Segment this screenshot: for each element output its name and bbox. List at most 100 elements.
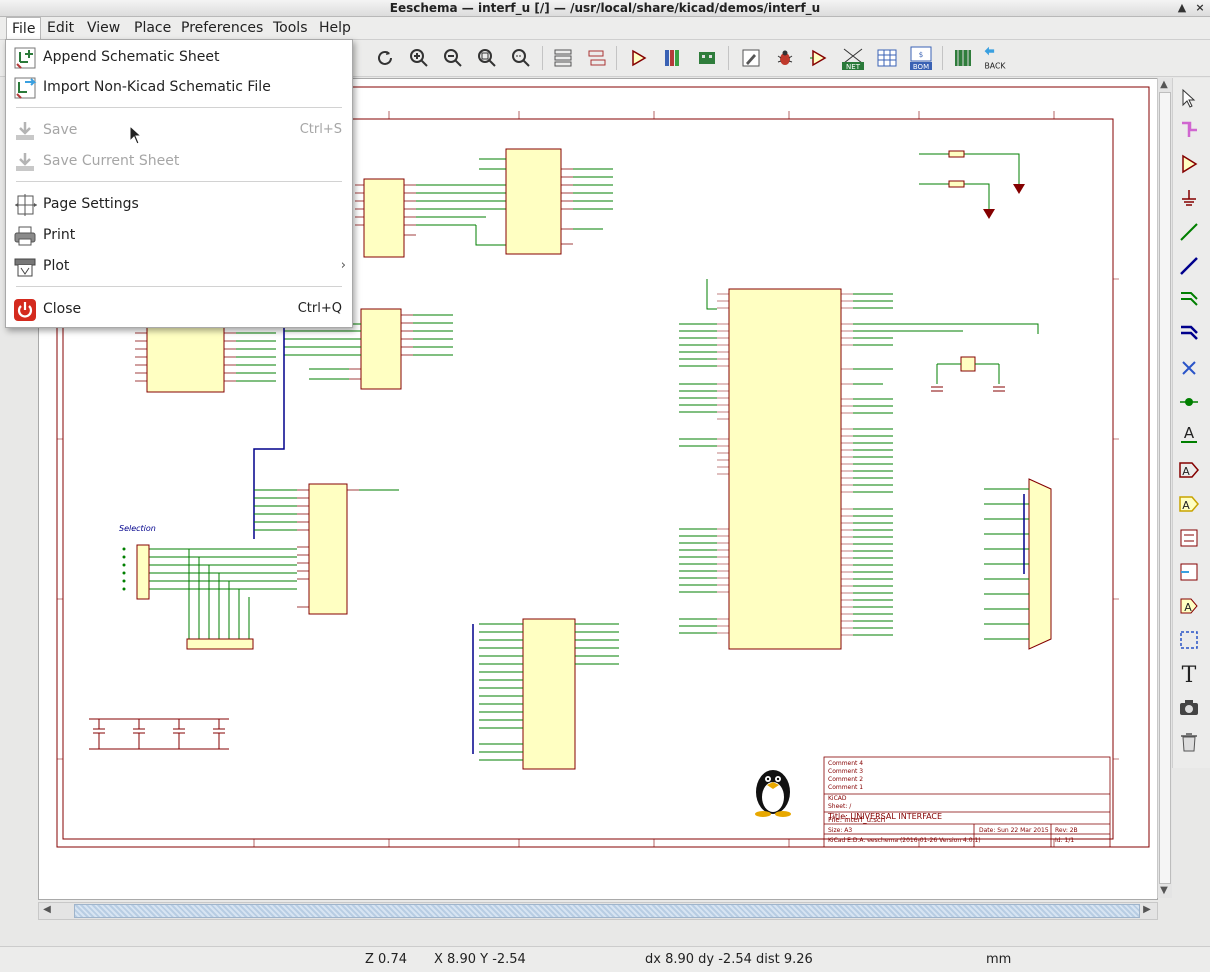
wire-bus-entry-icon[interactable] xyxy=(1174,284,1204,312)
menu-item-close[interactable]: Close Ctrl+Q xyxy=(6,296,352,324)
import-sheet-pin-icon[interactable] xyxy=(1174,558,1204,586)
scroll-up-arrow-icon[interactable]: ▲ xyxy=(1157,78,1171,92)
wires-u9-right xyxy=(853,293,1039,636)
no-connect-icon[interactable] xyxy=(1174,354,1204,382)
erc-bug-icon[interactable] xyxy=(772,44,798,72)
toolbar-separator xyxy=(542,46,543,70)
svg-text:A: A xyxy=(1182,465,1190,478)
scroll-left-arrow-icon[interactable]: ◀ xyxy=(40,903,54,917)
window-titlebar: Eeschema — interf_u [/] — /usr/local/sha… xyxy=(0,0,1210,17)
footprint-assign-icon[interactable] xyxy=(950,44,976,72)
menu-item-shortcut: Ctrl+Q xyxy=(297,301,342,316)
generate-netlist-icon[interactable]: NET xyxy=(840,44,866,72)
menu-tools[interactable]: Tools xyxy=(268,17,313,39)
bus-bus-entry-icon[interactable] xyxy=(1174,318,1204,346)
select-arrow-icon[interactable] xyxy=(1174,84,1204,112)
place-global-label-icon[interactable]: A xyxy=(1174,456,1204,484)
scroll-down-arrow-icon[interactable]: ▼ xyxy=(1157,884,1171,898)
title-id: Id: 1/1 xyxy=(1055,837,1074,844)
component-caps xyxy=(89,718,229,750)
back-annotate-icon[interactable]: BACK xyxy=(982,44,1008,72)
net-button-label: NET xyxy=(846,63,861,71)
menu-item-append-sheet[interactable]: Append Schematic Sheet xyxy=(6,44,352,72)
status-cursor-position: X 8.90 Y -2.54 xyxy=(434,952,526,967)
title-company: KiCAD xyxy=(828,795,847,802)
fields-table-icon[interactable] xyxy=(874,44,900,72)
menu-item-label: Close xyxy=(43,301,82,317)
vertical-scroll-thumb[interactable] xyxy=(1159,92,1171,884)
menu-edit[interactable]: Edit xyxy=(42,17,79,39)
import-file-icon xyxy=(12,76,38,100)
wires-u7 xyxy=(149,489,399,639)
menu-item-label: Save xyxy=(43,122,78,138)
menu-help[interactable]: Help xyxy=(314,17,356,39)
netlist-icon[interactable] xyxy=(806,44,832,72)
place-wire-icon[interactable] xyxy=(1174,218,1204,246)
place-power-icon[interactable] xyxy=(1174,184,1204,212)
zoom-in-icon[interactable] xyxy=(406,44,432,72)
place-bus-icon[interactable] xyxy=(1174,252,1204,280)
status-bar: Z 0.74 X 8.90 Y -2.54 dx 8.90 dy -2.54 d… xyxy=(0,946,1210,972)
menu-item-label: Save Current Sheet xyxy=(43,153,180,169)
place-component-icon[interactable] xyxy=(1174,150,1204,178)
bom-icon[interactable]: $ BOM xyxy=(908,44,934,72)
component-Y1 xyxy=(931,356,1005,392)
place-sheet-pin-icon[interactable]: A xyxy=(1174,592,1204,620)
save-icon xyxy=(12,119,38,143)
zoom-selection-icon[interactable] xyxy=(508,44,534,72)
menu-item-label: Plot xyxy=(43,258,70,274)
place-graphic-line-icon[interactable] xyxy=(1174,626,1204,654)
component-P1 xyxy=(984,478,1052,650)
pcbnew-icon[interactable] xyxy=(694,44,720,72)
place-net-label-icon[interactable]: A xyxy=(1174,420,1204,448)
component-U5 xyxy=(472,618,619,770)
menu-place[interactable]: Place xyxy=(129,17,176,39)
menu-item-save-current-sheet[interactable]: Save Current Sheet xyxy=(6,148,352,176)
status-delta: dx 8.90 dy -2.54 dist 9.26 xyxy=(645,952,813,967)
horizontal-scroll-thumb[interactable] xyxy=(74,904,1140,918)
svg-text:A: A xyxy=(1184,424,1195,442)
leave-sheet-icon[interactable] xyxy=(584,44,610,72)
library-editor-icon[interactable] xyxy=(626,44,652,72)
zoom-fit-icon[interactable] xyxy=(474,44,500,72)
hierarchy-navigator-icon[interactable] xyxy=(550,44,576,72)
menu-item-shortcut: Ctrl+S xyxy=(299,122,342,137)
plot-icon xyxy=(12,255,38,279)
place-hier-label-icon[interactable]: A xyxy=(1174,490,1204,518)
menu-item-page-settings[interactable]: Page Settings xyxy=(6,191,352,219)
wires-u3-u8 xyxy=(416,184,506,246)
component-U3 xyxy=(355,178,416,258)
status-zoom: Z 0.74 xyxy=(365,952,407,967)
menu-item-save[interactable]: Save Ctrl+S xyxy=(6,117,352,145)
menu-item-import-non-kicad[interactable]: Import Non-Kicad Schematic File xyxy=(6,74,352,102)
place-hier-sheet-icon[interactable] xyxy=(1174,524,1204,552)
menu-view[interactable]: View xyxy=(82,17,125,39)
title-comment-3: Comment 3 xyxy=(828,768,863,775)
file-menu-dropdown: Append Schematic Sheet Import Non-Kicad … xyxy=(5,39,353,328)
delete-trash-icon[interactable] xyxy=(1174,728,1204,756)
menu-item-label: Print xyxy=(43,227,76,243)
label-selection: Selection xyxy=(119,524,156,533)
close-window-button[interactable]: × xyxy=(1192,0,1208,16)
menu-item-print[interactable]: Print xyxy=(6,222,352,250)
redraw-icon[interactable] xyxy=(372,44,398,72)
title-sheet: Sheet: / xyxy=(828,803,852,810)
annotate-icon[interactable] xyxy=(738,44,764,72)
place-junction-icon[interactable] xyxy=(1174,388,1204,416)
scroll-right-arrow-icon[interactable]: ▶ xyxy=(1140,903,1154,917)
menu-file[interactable]: File xyxy=(6,17,42,40)
menu-preferences[interactable]: Preferences xyxy=(176,17,268,39)
title-size: Size: A3 xyxy=(828,827,852,834)
library-browser-icon[interactable] xyxy=(660,44,686,72)
zoom-out-icon[interactable] xyxy=(440,44,466,72)
menu-item-plot[interactable]: Plot › xyxy=(6,253,352,281)
component-U1 xyxy=(349,308,413,390)
status-units: mm xyxy=(986,952,1012,967)
highlight-net-icon[interactable] xyxy=(1174,116,1204,144)
toolbar-separator xyxy=(616,46,617,70)
place-image-icon[interactable] xyxy=(1174,694,1204,722)
maximize-button[interactable]: ▲ xyxy=(1174,0,1190,16)
svg-text:T: T xyxy=(1182,663,1197,685)
close-power-icon xyxy=(12,298,38,322)
place-text-icon[interactable]: T xyxy=(1174,660,1204,688)
